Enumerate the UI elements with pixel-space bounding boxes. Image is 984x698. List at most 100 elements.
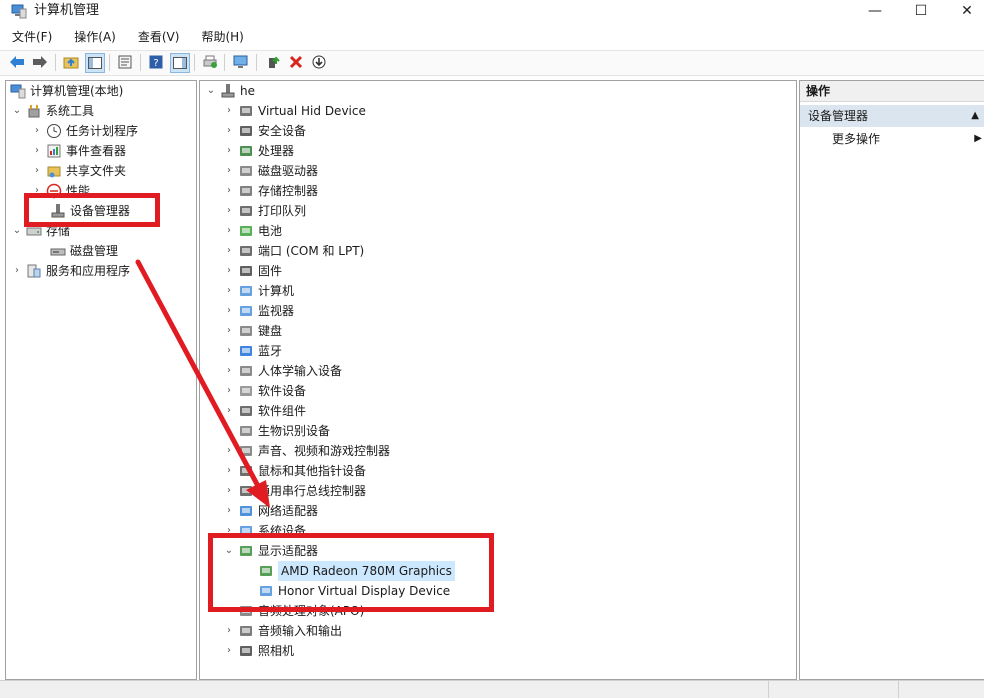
chevron-right-icon[interactable]: › [224,321,234,341]
disable-device-icon[interactable] [310,53,328,71]
device-category[interactable]: › 通用串行总线控制器 [224,481,366,501]
chevron-right-icon[interactable]: › [224,161,234,181]
tree-root[interactable]: ⌄ he [206,81,255,101]
device-category[interactable]: › 生物识别设备 [224,421,330,441]
chevron-right-icon[interactable]: › [224,281,234,301]
chevron-right-icon[interactable]: › [12,261,22,281]
chevron-right-icon[interactable]: › [224,101,234,121]
device-category[interactable]: › 软件设备 [224,381,306,401]
device-label: 软件组件 [258,404,307,418]
update-driver-icon[interactable] [264,53,282,71]
device-category[interactable]: › 固件 [224,261,282,281]
device-category[interactable]: › 鼠标和其他指针设备 [224,461,366,481]
print-icon[interactable] [201,53,219,71]
device-category[interactable]: › 打印队列 [224,201,306,221]
tree-item-shared-folders[interactable]: › 共享文件夹 [32,161,126,181]
menu-file[interactable]: 文件(F) [0,27,60,49]
collapse-up-icon[interactable]: ▲ [971,105,979,127]
chevron-right-icon[interactable]: › [224,221,234,241]
device-category[interactable]: › 照相机 [224,641,294,661]
actions-section-device-manager[interactable]: 设备管理器 ▲ [800,105,984,127]
device-category[interactable]: › 安全设备 [224,121,306,141]
device-label: 处理器 [258,144,295,158]
device-category[interactable]: › 端口 (COM 和 LPT) [224,241,364,261]
title-bar: 计算机管理 — ☐ ✕ [0,0,984,24]
hid-icon [238,103,254,119]
device-label: 生物识别设备 [258,424,331,438]
mouse-icon [238,463,254,479]
show-hide-action-pane-icon[interactable] [170,53,190,73]
device-category[interactable]: › Virtual Hid Device [224,101,366,121]
device-category[interactable]: › 存储控制器 [224,181,318,201]
chevron-right-icon[interactable]: › [32,121,42,141]
tree-item-system-tools[interactable]: ⌄ 系统工具 [12,101,94,121]
device-category[interactable]: › 电池 [224,221,282,241]
forward-icon[interactable] [31,53,49,71]
device-category[interactable]: › 音频输入和输出 [224,621,342,641]
chevron-right-icon[interactable]: › [224,201,234,221]
device-category[interactable]: › 蓝牙 [224,341,282,361]
bluetooth-icon [238,343,254,359]
help-icon[interactable]: ? [147,53,165,71]
maximize-button[interactable]: ☐ [898,0,944,22]
tree-item-computer-management[interactable]: 计算机管理(本地) [10,81,123,101]
chevron-right-icon[interactable]: › [224,421,234,441]
tools-icon [26,103,42,119]
device-category[interactable]: › 人体学输入设备 [224,361,342,381]
chevron-right-icon[interactable]: › [224,141,234,161]
properties-icon[interactable] [116,53,134,71]
camera-icon [238,643,254,659]
firmware-icon [238,263,254,279]
device-category[interactable]: › 计算机 [224,281,294,301]
tree-item-disk-management[interactable]: 磁盘管理 [50,241,118,261]
chevron-right-icon[interactable]: › [224,481,234,501]
chevron-right-icon[interactable]: › [224,621,234,641]
device-label: 软件设备 [258,384,307,398]
chevron-right-icon[interactable]: › [32,141,42,161]
device-label: 监视器 [258,304,295,318]
chevron-right-icon[interactable]: › [224,381,234,401]
device-category[interactable]: › 软件组件 [224,401,306,421]
device-category[interactable]: › 声音、视频和游戏控制器 [224,441,390,461]
minimize-button[interactable]: — [852,0,898,22]
device-category[interactable]: › 处理器 [224,141,294,161]
scan-hardware-icon[interactable] [232,53,250,71]
chevron-down-icon[interactable]: ⌄ [12,221,22,241]
highlight-box-device-manager [24,193,160,227]
chevron-right-icon[interactable]: › [224,181,234,201]
chevron-right-icon[interactable]: › [224,461,234,481]
tree-item-task-scheduler[interactable]: › 任务计划程序 [32,121,138,141]
chevron-right-icon[interactable]: › [224,241,234,261]
chevron-right-icon[interactable]: › [224,261,234,281]
chevron-right-icon[interactable]: › [224,401,234,421]
chevron-right-icon[interactable]: › [224,501,234,521]
chevron-right-icon[interactable]: › [224,301,234,321]
chevron-right-icon[interactable]: › [32,161,42,181]
chevron-right-icon[interactable]: › [224,121,234,141]
chevron-right-icon[interactable]: › [224,441,234,461]
device-category[interactable]: › 监视器 [224,301,294,321]
uninstall-icon[interactable] [287,53,305,71]
chevron-right-icon[interactable]: › [224,641,234,661]
close-button[interactable]: ✕ [944,0,984,22]
device-label: 照相机 [258,644,295,658]
device-category[interactable]: › 磁盘驱动器 [224,161,318,181]
device-label: 端口 (COM 和 LPT) [258,244,365,258]
menu-help[interactable]: 帮助(H) [189,27,251,49]
device-category[interactable]: › 键盘 [224,321,282,341]
menu-action[interactable]: 操作(A) [62,27,124,49]
more-actions-item[interactable]: 更多操作 ▶ [832,129,982,149]
back-icon[interactable] [8,53,26,71]
up-folder-icon[interactable] [62,53,80,71]
device-label: 磁盘驱动器 [258,164,319,178]
chevron-down-icon[interactable]: ⌄ [12,101,22,121]
chevron-down-icon[interactable]: ⌄ [206,81,216,101]
device-category[interactable]: › 网络适配器 [224,501,318,521]
chevron-right-icon[interactable]: › [224,341,234,361]
tree-item-event-viewer[interactable]: › 事件查看器 [32,141,126,161]
show-hide-console-tree-icon[interactable] [85,53,105,73]
chevron-right-icon[interactable]: › [224,361,234,381]
menu-view[interactable]: 查看(V) [126,27,188,49]
tree-item-label: 系统工具 [46,104,95,118]
tree-item-services-apps[interactable]: › 服务和应用程序 [12,261,130,281]
